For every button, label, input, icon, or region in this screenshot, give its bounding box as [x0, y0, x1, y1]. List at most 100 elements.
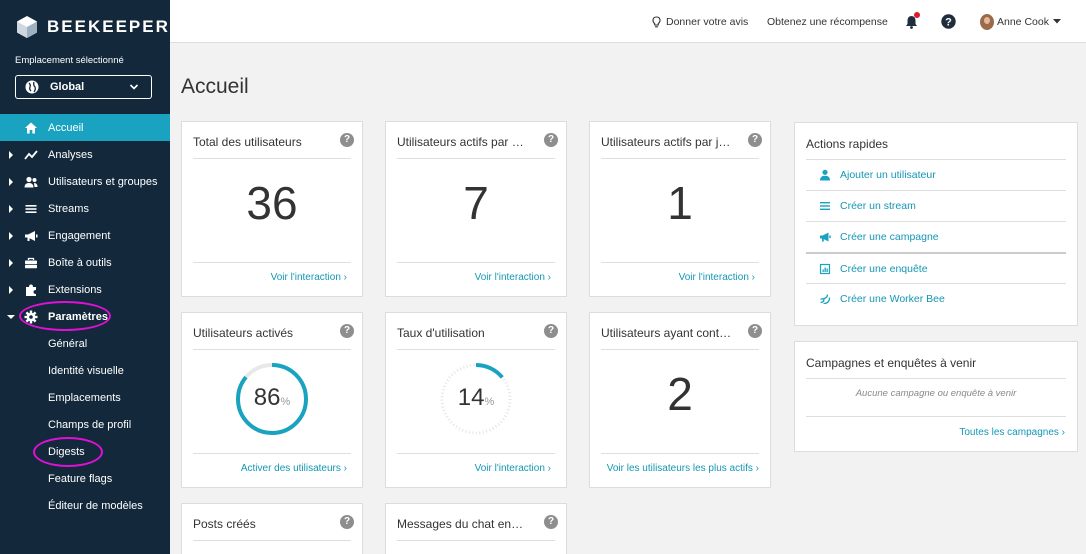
divider	[397, 158, 555, 159]
add-user-action[interactable]: Ajouter un utilisateur	[806, 159, 1066, 190]
sidebar-subitem-locations[interactable]: Emplacements	[0, 384, 170, 411]
divider	[806, 416, 1066, 417]
sidebar-item-engagement[interactable]: Engagement	[0, 222, 170, 249]
chevron-down-icon	[7, 314, 15, 319]
location-label: Emplacement sélectionné	[15, 55, 124, 66]
quick-actions-panel: Actions rapides Ajouter un utilisateur C…	[794, 122, 1078, 326]
reward-link[interactable]: Obtenez une récompense	[767, 0, 888, 43]
create-campaign-action[interactable]: Créer une campagne	[806, 221, 1066, 252]
all-campaigns-link[interactable]: Toutes les campagnes ›	[959, 427, 1065, 438]
sidebar-item-extensions[interactable]: Extensions	[0, 276, 170, 303]
chevron-right-icon	[9, 285, 13, 294]
help-icon[interactable]: ?	[748, 133, 762, 147]
divider	[601, 158, 759, 159]
action-label: Créer une enquête	[840, 262, 928, 275]
sidebar: BEEKEEPER Emplacement sélectionné Global…	[0, 0, 170, 554]
settings-submenu: Général Identité visuelle Emplacements C…	[0, 330, 170, 519]
help-icon[interactable]: ?	[748, 324, 762, 338]
help-icon[interactable]: ?	[544, 515, 558, 529]
sidebar-item-label: Boîte à outils	[48, 256, 112, 269]
action-label: Créer une Worker Bee	[840, 293, 945, 305]
card-contributing-users: Utilisateurs ayant contribué ? 2 Voir le…	[589, 312, 771, 488]
sidebar-subitem-general[interactable]: Général	[0, 330, 170, 357]
sidebar-subitem-template-editor[interactable]: Éditeur de modèles	[0, 492, 170, 519]
upcoming-campaigns-panel: Campagnes et enquêtes à venir Aucune cam…	[794, 341, 1078, 452]
megaphone-icon	[25, 230, 38, 241]
sidebar-item-toolbox[interactable]: Boîte à outils	[0, 249, 170, 276]
most-active-users-link[interactable]: Voir les utilisateurs les plus actifs ›	[607, 463, 759, 474]
list-icon	[820, 202, 830, 210]
notifications-button[interactable]	[905, 0, 921, 43]
gauge-value: 14%	[438, 384, 514, 412]
create-survey-action[interactable]: Créer une enquête	[806, 252, 1066, 283]
card-chat-messages: Messages du chat envoyés ?	[385, 503, 567, 554]
help-button[interactable]: ?	[941, 0, 956, 43]
feedback-label: Donner votre avis	[666, 15, 749, 28]
card-title: Posts créés	[193, 517, 256, 531]
create-worker-bee-action[interactable]: Créer une Worker Bee	[806, 283, 1066, 314]
action-label: Créer une campagne	[840, 231, 939, 243]
sidebar-item-accueil[interactable]: Accueil	[0, 114, 170, 141]
metric-value: 7	[463, 177, 489, 229]
quick-actions-title: Actions rapides	[806, 137, 889, 151]
toolbox-icon	[25, 257, 37, 268]
card-active-users-day: Utilisateurs actifs par jour ? 1 Voir l'…	[589, 121, 771, 297]
user-menu[interactable]: Anne Cook	[980, 0, 1061, 43]
worker-bee-icon	[820, 294, 831, 305]
card-title: Utilisateurs ayant contribué	[601, 326, 734, 340]
globe-icon	[25, 80, 39, 94]
help-icon[interactable]: ?	[544, 133, 558, 147]
divider	[397, 453, 555, 454]
metric-value: 1	[667, 177, 693, 229]
sidebar-subitem-profile-fields[interactable]: Champs de profil	[0, 411, 170, 438]
activate-users-link[interactable]: Activer des utilisateurs ›	[241, 463, 347, 474]
top-bar: Donner votre avis Obtenez une récompense…	[170, 0, 1086, 43]
location-select[interactable]: Global	[15, 75, 152, 99]
gear-icon	[24, 310, 38, 323]
help-icon[interactable]: ?	[340, 324, 354, 338]
help-icon[interactable]: ?	[340, 515, 354, 529]
divider	[806, 378, 1066, 379]
sidebar-item-label: Extensions	[48, 283, 102, 296]
view-interaction-link[interactable]: Voir l'interaction ›	[475, 463, 551, 474]
usage-gauge: 14%	[438, 361, 514, 437]
sidebar-item-streams[interactable]: Streams	[0, 195, 170, 222]
brand-name: BEEKEEPER	[47, 17, 170, 36]
brand-logo[interactable]: BEEKEEPER	[16, 15, 170, 39]
campaigns-title: Campagnes et enquêtes à venir	[806, 356, 977, 370]
help-icon[interactable]: ?	[544, 324, 558, 338]
divider	[601, 262, 759, 263]
avatar	[980, 13, 994, 30]
card-active-users-month: Utilisateurs actifs par mois ? 7 Voir l'…	[385, 121, 567, 297]
megaphone-icon	[820, 232, 831, 242]
card-usage-rate: Taux d'utilisation ? 14% Voir l'interact…	[385, 312, 567, 488]
create-stream-action[interactable]: Créer un stream	[806, 190, 1066, 221]
sidebar-item-analyses[interactable]: Analyses	[0, 141, 170, 168]
gauge-number: 86	[253, 384, 281, 411]
sidebar-item-label: Analyses	[48, 148, 93, 161]
sidebar-subitem-visual-identity[interactable]: Identité visuelle	[0, 357, 170, 384]
chart-line-icon	[24, 149, 38, 160]
location-value: Global	[50, 81, 85, 93]
puzzle-icon	[26, 284, 36, 296]
sidebar-item-parametres[interactable]: Paramètres	[0, 303, 170, 330]
view-interaction-link[interactable]: Voir l'interaction ›	[271, 272, 347, 283]
sidebar-subitem-feature-flags[interactable]: Feature flags	[0, 465, 170, 492]
gauge-value: 86%	[234, 384, 310, 412]
card-title: Utilisateurs activés	[193, 326, 294, 340]
divider	[193, 349, 351, 350]
sidebar-subitem-digests[interactable]: Digests	[0, 438, 170, 465]
sidebar-nav: Accueil Analyses Utilisateurs et groupes…	[0, 114, 170, 519]
view-interaction-link[interactable]: Voir l'interaction ›	[475, 272, 551, 283]
card-title: Messages du chat envoyés	[397, 517, 526, 531]
feedback-link[interactable]: Donner votre avis	[652, 0, 748, 43]
sidebar-item-label: Streams	[48, 202, 89, 215]
card-posts-created: Posts créés ?	[181, 503, 363, 554]
divider	[601, 349, 759, 350]
action-label: Ajouter un utilisateur	[840, 169, 936, 181]
help-icon[interactable]: ?	[340, 133, 354, 147]
sidebar-item-users-groups[interactable]: Utilisateurs et groupes	[0, 168, 170, 195]
sidebar-item-label: Engagement	[48, 229, 111, 242]
view-interaction-link[interactable]: Voir l'interaction ›	[679, 272, 755, 283]
card-title: Utilisateurs actifs par mois	[397, 135, 526, 149]
